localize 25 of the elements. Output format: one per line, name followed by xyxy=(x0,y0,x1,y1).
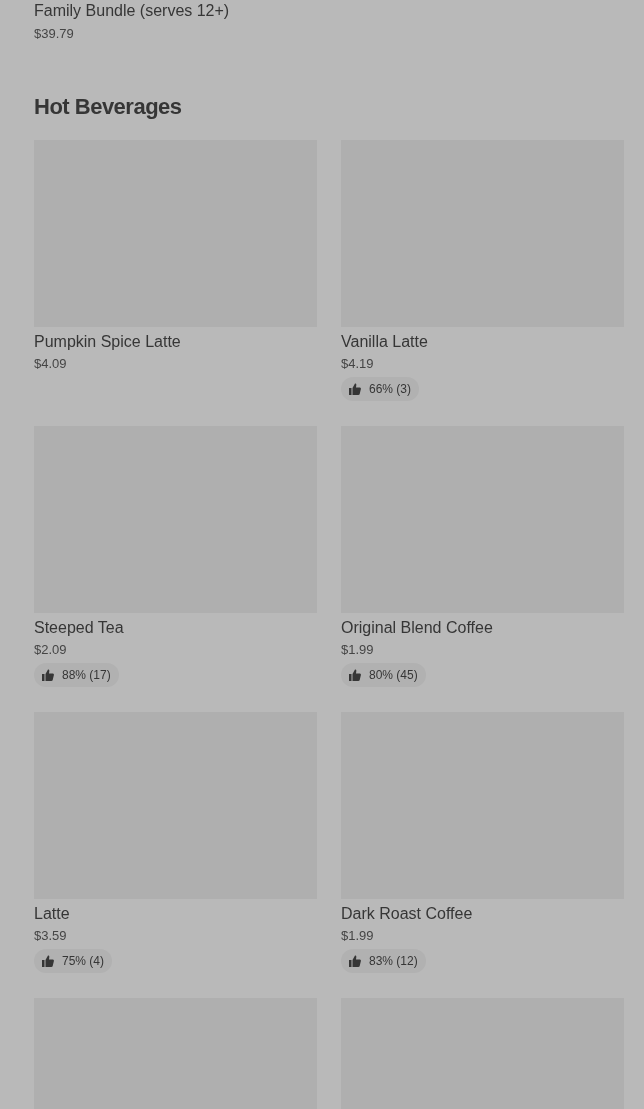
rating-text: 83% (12) xyxy=(369,953,418,969)
section-heading: Hot Beverages xyxy=(34,93,182,121)
product-price: $2.09 xyxy=(34,641,67,659)
thumbs-up-icon xyxy=(42,669,54,681)
product-price: $3.59 xyxy=(34,927,67,945)
product-price: $4.19 xyxy=(341,355,374,373)
product-name[interactable]: Pumpkin Spice Latte xyxy=(34,332,181,352)
rating-text: 88% (17) xyxy=(62,667,111,683)
thumbs-up-icon xyxy=(349,383,361,395)
product-price: $39.79 xyxy=(34,25,74,43)
product-name[interactable]: Steeped Tea xyxy=(34,618,124,638)
product-name[interactable]: Dark Roast Coffee xyxy=(341,904,473,924)
thumbs-up-icon xyxy=(42,955,54,967)
product-price: $4.09 xyxy=(34,355,67,373)
product-name[interactable]: Vanilla Latte xyxy=(341,332,428,352)
rating-text: 66% (3) xyxy=(369,381,412,397)
product-name: Family Bundle (serves 12+) xyxy=(34,1,230,21)
thumbs-up-icon xyxy=(349,955,361,967)
rating-text: 80% (45) xyxy=(369,667,418,683)
product-name[interactable]: Latte xyxy=(34,904,70,924)
thumbs-up-icon xyxy=(349,669,361,681)
product-price: $1.99 xyxy=(341,927,374,945)
product-price: $1.99 xyxy=(341,641,374,659)
product-name[interactable]: Original Blend Coffee xyxy=(341,618,493,638)
rating-text: 75% (4) xyxy=(62,953,105,969)
